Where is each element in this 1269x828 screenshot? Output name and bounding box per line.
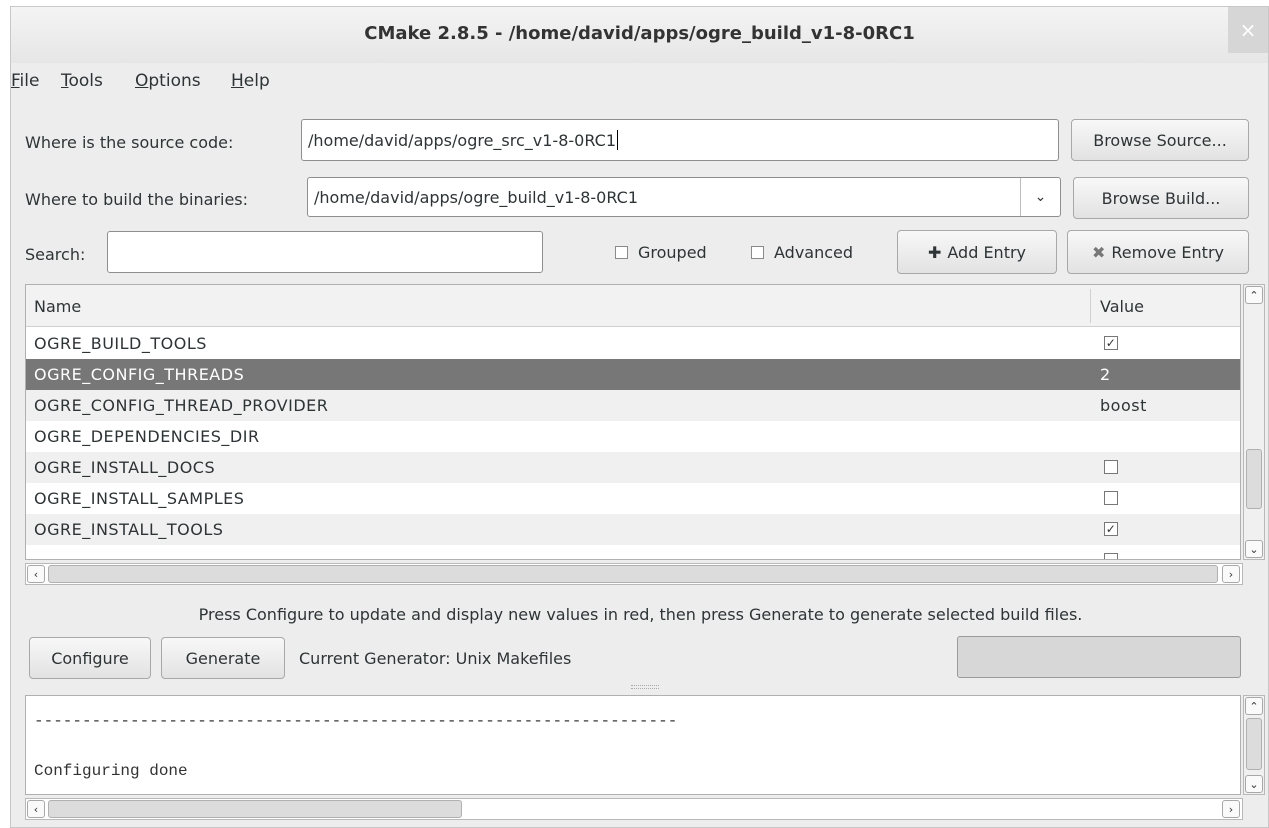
text-cursor <box>617 130 619 150</box>
table-row[interactable]: OGRE_INSTALL_TOOLS ✓ <box>26 514 1240 545</box>
source-label: Where is the source code: <box>25 133 234 152</box>
menu-file[interactable]: File <box>11 71 39 91</box>
progress-bar <box>957 636 1241 678</box>
scroll-up-icon[interactable]: ⌃ <box>1245 286 1263 304</box>
title-bar[interactable]: CMake 2.8.5 - /home/david/apps/ogre_buil… <box>11 7 1268 63</box>
row-value-checkbox[interactable] <box>1104 491 1118 505</box>
close-icon[interactable]: × <box>1228 7 1268 53</box>
table-horizontal-scrollbar[interactable]: ‹ › <box>25 563 1243 585</box>
column-header-value[interactable]: Value <box>1100 297 1144 316</box>
remove-entry-label: Remove Entry <box>1111 242 1224 262</box>
table-row[interactable]: OGRE_DEPENDENCIES_DIR <box>26 421 1240 452</box>
column-header-name[interactable]: Name <box>34 297 81 316</box>
source-path-input[interactable]: /home/david/apps/ogre_src_v1-8-0RC1 <box>301 119 1059 161</box>
row-value[interactable]: boost <box>1100 396 1147 415</box>
table-header: Name Value <box>26 285 1240 327</box>
row-name: OGRE_INSTALL_SAMPLES <box>34 489 245 508</box>
table-row[interactable]: OGRE_BUILD_TOOLS ✓ <box>26 328 1240 359</box>
source-path-value: /home/david/apps/ogre_src_v1-8-0RC1 <box>308 130 617 150</box>
column-separator <box>1090 289 1091 323</box>
grouped-checkbox[interactable]: Grouped <box>615 243 707 262</box>
scroll-left-icon[interactable]: ‹ <box>27 565 45 583</box>
table-row[interactable]: OGRE_CONFIG_THREAD_PROVIDER boost <box>26 390 1240 421</box>
table-vertical-scrollbar[interactable]: ⌃ ⌄ <box>1243 284 1265 560</box>
cache-table: Name Value OGRE_BUILD_TOOLS ✓ OGRE_CONFI… <box>25 284 1241 560</box>
remove-icon: ✖ <box>1092 242 1106 262</box>
row-name: OGRE_DEPENDENCIES_DIR <box>34 427 260 446</box>
menu-help[interactable]: Help <box>231 71 270 91</box>
output-horizontal-scrollbar[interactable]: ‹ › <box>25 798 1243 820</box>
output-line: Configuring done <box>34 762 188 780</box>
table-row[interactable]: OGRE_INSTALL_SAMPLES <box>26 483 1240 514</box>
row-name: OGRE_BUILD_TOOLS <box>34 334 207 353</box>
row-value[interactable]: 2 <box>1100 365 1111 384</box>
row-value-checkbox[interactable] <box>1104 553 1118 559</box>
scroll-down-icon[interactable]: ⌄ <box>1245 775 1263 793</box>
add-entry-label: Add Entry <box>947 242 1027 262</box>
scroll-left-icon[interactable]: ‹ <box>27 800 45 818</box>
table-row[interactable]: OGRE_INSTALL_DOCS <box>26 452 1240 483</box>
configure-hint: Press Configure to update and display ne… <box>198 605 1083 624</box>
build-path-value: /home/david/apps/ogre_build_v1-8-0RC1 <box>314 187 638 207</box>
table-hscroll-thumb[interactable] <box>48 565 1218 583</box>
menu-tools[interactable]: Tools <box>61 71 103 91</box>
browse-build-label: Browse Build... <box>1101 188 1221 208</box>
search-label: Search: <box>25 245 86 264</box>
scroll-down-icon[interactable]: ⌄ <box>1245 540 1263 558</box>
search-input[interactable] <box>107 231 543 273</box>
browse-build-button[interactable]: Browse Build... <box>1073 177 1249 219</box>
chevron-down-icon[interactable]: ⌄ <box>1020 178 1060 216</box>
output-line: ----------------------------------------… <box>34 712 678 730</box>
generate-label: Generate <box>185 648 261 668</box>
browse-source-label: Browse Source... <box>1093 130 1227 150</box>
row-value-checkbox[interactable] <box>1104 460 1118 474</box>
row-name: OGRE_INSTALL_TOOLS <box>34 520 224 539</box>
output-vertical-scrollbar[interactable]: ⌃ ⌄ <box>1243 695 1265 795</box>
table-vscroll-thumb[interactable] <box>1246 449 1262 509</box>
browse-source-button[interactable]: Browse Source... <box>1071 119 1249 161</box>
row-value-checkbox[interactable]: ✓ <box>1104 336 1118 350</box>
advanced-checkbox[interactable]: Advanced <box>751 243 853 262</box>
menu-options[interactable]: Options <box>135 71 201 91</box>
build-path-combo[interactable]: /home/david/apps/ogre_build_v1-8-0RC1 ⌄ <box>307 177 1061 217</box>
grouped-checkbox-box[interactable] <box>615 246 628 259</box>
cmake-window: CMake 2.8.5 - /home/david/apps/ogre_buil… <box>10 6 1269 828</box>
table-row-selected[interactable]: OGRE_CONFIG_THREADS 2 <box>26 359 1240 390</box>
configure-label: Configure <box>51 648 129 668</box>
row-value-checkbox[interactable]: ✓ <box>1104 522 1118 536</box>
plus-icon: ✚ <box>927 242 942 262</box>
generate-button[interactable]: Generate <box>161 637 285 679</box>
advanced-checkbox-box[interactable] <box>751 246 764 259</box>
output-vscroll-thumb[interactable] <box>1246 718 1262 770</box>
remove-entry-button[interactable]: ✖ Remove Entry <box>1067 230 1249 274</box>
row-name: OGRE_CONFIG_THREADS <box>34 365 245 384</box>
advanced-checkbox-label: Advanced <box>774 243 854 262</box>
add-entry-button[interactable]: ✚ Add Entry <box>897 230 1057 274</box>
configure-button[interactable]: Configure <box>29 637 151 679</box>
build-label: Where to build the binaries: <box>25 190 249 209</box>
scroll-right-icon[interactable]: › <box>1222 565 1240 583</box>
row-name: OGRE_CONFIG_THREAD_PROVIDER <box>34 396 329 415</box>
splitter-handle[interactable] <box>631 685 659 689</box>
scroll-up-icon[interactable]: ⌃ <box>1245 697 1263 715</box>
current-generator: Current Generator: Unix Makefiles <box>299 649 572 668</box>
output-log[interactable]: ----------------------------------------… <box>25 695 1241 795</box>
output-hscroll-thumb[interactable] <box>48 800 462 818</box>
table-row-partial[interactable] <box>26 545 1240 559</box>
row-name: OGRE_INSTALL_DOCS <box>34 458 216 477</box>
grouped-checkbox-label: Grouped <box>638 243 707 262</box>
scroll-right-icon[interactable]: › <box>1222 800 1240 818</box>
window-title: CMake 2.8.5 - /home/david/apps/ogre_buil… <box>364 23 915 44</box>
